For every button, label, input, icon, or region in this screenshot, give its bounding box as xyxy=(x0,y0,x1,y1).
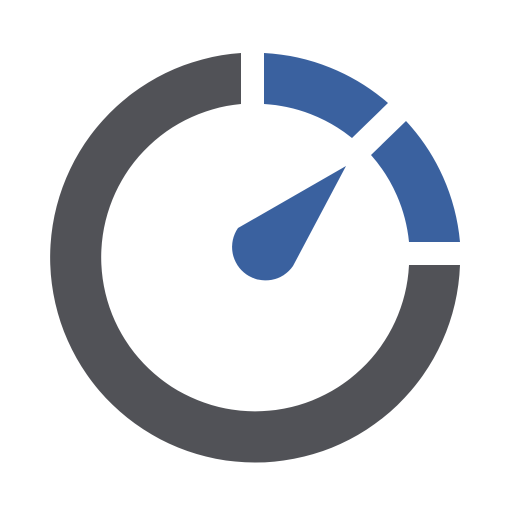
icon-canvas xyxy=(0,0,512,512)
gauge-ring-blue-segment-top xyxy=(264,53,388,138)
gauge-ring-blue-segment-right xyxy=(371,121,460,242)
gauge-needle xyxy=(232,166,346,281)
speedometer-gauge-icon xyxy=(50,53,460,463)
